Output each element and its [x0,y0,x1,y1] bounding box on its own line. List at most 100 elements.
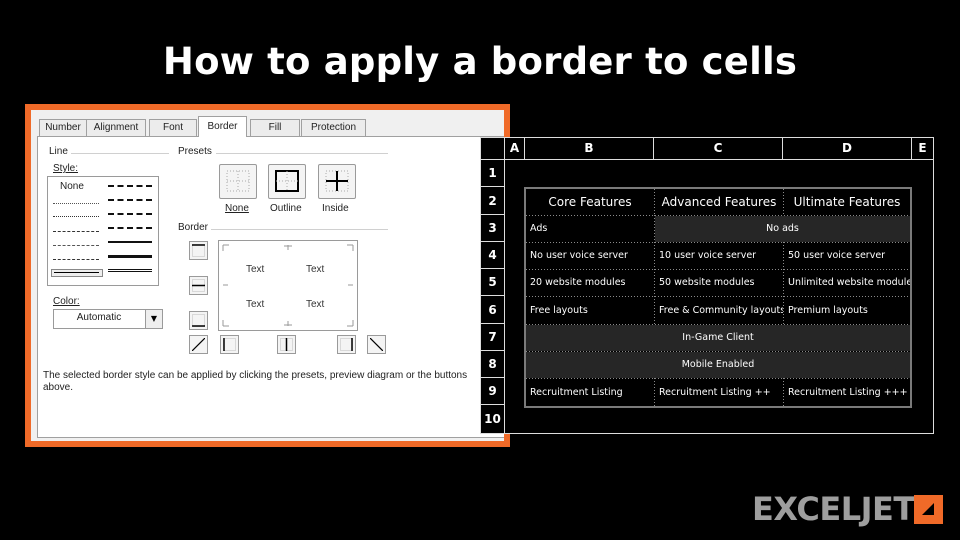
color-label: Color: [53,296,80,307]
help-text: The selected border style can be applied… [43,370,468,393]
tab-fill[interactable]: Fill [250,119,300,136]
row-header-4[interactable]: 4 [481,242,505,269]
table-header-core[interactable]: Core Features [526,189,654,215]
table-header-ultimate[interactable]: Ultimate Features [784,189,910,215]
row-header-2[interactable]: 2 [481,187,505,215]
cell-d9[interactable]: Recruitment Listing +++ [784,379,910,406]
line-style-dash-dot-dot[interactable] [53,231,99,232]
line-style-dashed[interactable] [53,259,99,260]
border-diagonal-up-button[interactable] [189,335,208,354]
style-label: Style: [53,163,79,174]
cell-d5[interactable]: Unlimited website modules [784,270,910,296]
border-middle-button[interactable] [189,276,208,295]
border-top-icon [192,244,205,257]
tab-number[interactable]: Number [39,119,87,136]
cell-c6[interactable]: Free & Community layouts [655,297,783,324]
cell-c9[interactable]: Recruitment Listing ++ [655,379,783,406]
row-header-9[interactable]: 9 [481,378,505,405]
cell-d4[interactable]: 50 user voice server [784,243,910,269]
border-diagonal-down-button[interactable] [367,335,386,354]
row-header-7[interactable]: 7 [481,324,505,351]
column-header-e[interactable]: E [912,138,933,160]
line-style-double[interactable] [108,269,152,272]
cell-b7-merged[interactable]: In-Game Client [526,325,910,351]
preview-text-tl: Text [246,264,265,275]
line-group-label: Line [49,146,68,157]
column-header-b[interactable]: B [525,138,654,160]
line-style-hair[interactable] [53,203,99,204]
border-center-button[interactable] [277,335,296,354]
line-group-divider [71,153,169,154]
preset-none-label: None [225,203,249,214]
tab-font[interactable]: Font [149,119,197,136]
row-header-3[interactable]: 3 [481,215,505,242]
table-header-advanced[interactable]: Advanced Features [655,189,783,215]
preset-outline-label: Outline [270,203,302,214]
cell-b3[interactable]: Ads [526,216,654,242]
format-cells-dialog: Number Alignment Font Border Fill Protec… [31,110,504,441]
border-group-divider [211,229,388,230]
line-style-thin-selected[interactable] [51,269,103,277]
line-style-medium-dash-dot-dot[interactable] [108,185,152,187]
cell-b4[interactable]: No user voice server [526,243,654,269]
tab-border[interactable]: Border [198,116,247,137]
column-header-c[interactable]: C [654,138,783,160]
diagonal-up-icon [192,338,205,351]
preset-inside-label: Inside [322,203,349,214]
row-header-5[interactable]: 5 [481,269,505,296]
border-top-button[interactable] [189,241,208,260]
presets-group-label: Presets [178,146,212,157]
color-dropdown-value: Automatic [76,312,122,323]
border-bottom-icon [192,314,205,327]
preview-text-bl: Text [246,299,265,310]
border-preview[interactable]: Text Text Text Text [218,240,358,331]
exceljet-logo-mark [914,495,943,524]
spreadsheet: A B C D E 1 2 3 4 5 6 7 8 9 10 Core Feat… [480,137,934,434]
line-style-dotted[interactable] [53,216,99,217]
border-right-icon [340,338,353,351]
line-style-medium-dashed[interactable] [108,227,152,229]
cell-c4[interactable]: 10 user voice server [655,243,783,269]
preset-inside-button[interactable] [318,164,356,199]
row-header-6[interactable]: 6 [481,296,505,324]
diagonal-down-icon [370,338,383,351]
border-left-button[interactable] [220,335,239,354]
cell-b5[interactable]: 20 website modules [526,270,654,296]
column-header-d[interactable]: D [783,138,912,160]
column-header-a[interactable]: A [505,138,525,160]
cell-c3-merged[interactable]: No ads [655,216,910,242]
row-header-1[interactable]: 1 [481,160,505,187]
page-title: How to apply a border to cells [162,40,798,83]
tab-alignment[interactable]: Alignment [86,119,146,136]
preset-outline-button[interactable] [268,164,306,199]
cell-d6[interactable]: Premium layouts [784,297,910,324]
border-group-label: Border [178,222,209,233]
color-dropdown[interactable]: Automatic ▼ [53,309,163,329]
row-header-10[interactable]: 10 [481,405,505,433]
preset-none-icon [226,170,250,192]
border-bottom-button[interactable] [189,311,208,330]
chevron-down-icon[interactable]: ▼ [145,310,162,328]
arrow-icon [922,503,934,515]
line-style-dash-dot[interactable] [53,245,99,246]
line-style-thick[interactable] [108,255,152,258]
cell-b9[interactable]: Recruitment Listing [526,379,654,406]
line-style-none[interactable]: None [60,181,84,192]
line-style-slant-dash-dot[interactable] [108,199,152,201]
tab-protection[interactable]: Protection [301,119,366,136]
border-right-button[interactable] [337,335,356,354]
cell-b8-merged[interactable]: Mobile Enabled [526,352,910,378]
preview-corner-marks [222,244,354,327]
feature-table: Core Features Advanced Features Ultimate… [524,187,912,408]
line-style-list: None [47,176,159,286]
border-vertical-icon [280,338,293,351]
presets-group-divider [216,153,388,154]
line-style-medium-dash-dot[interactable] [108,213,152,215]
cell-b6[interactable]: Free layouts [526,297,654,324]
exceljet-logo: EXCELJET [752,490,915,528]
line-style-medium[interactable] [108,241,152,243]
select-all-corner[interactable] [481,138,505,160]
cell-c5[interactable]: 50 website modules [655,270,783,296]
preset-none-button[interactable] [219,164,257,199]
row-header-8[interactable]: 8 [481,351,505,378]
